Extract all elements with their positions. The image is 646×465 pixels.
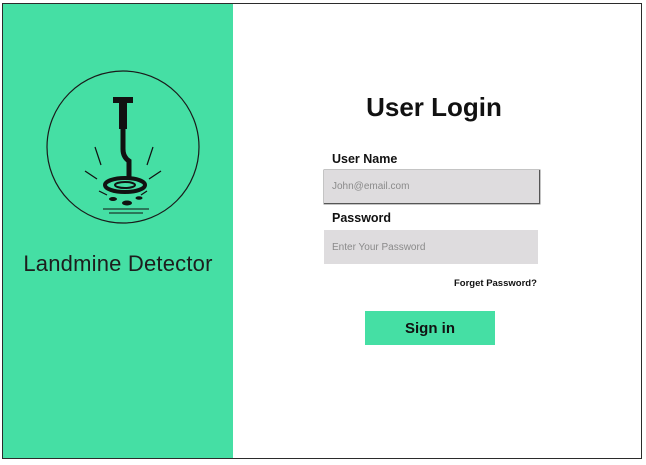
username-label: User Name bbox=[332, 152, 398, 166]
metal-detector-icon bbox=[46, 70, 200, 224]
forgot-password-link[interactable]: Forget Password? bbox=[454, 278, 537, 289]
page-title: User Login bbox=[366, 92, 502, 122]
signin-button[interactable]: Sign in bbox=[365, 311, 495, 345]
app-name: Landmine Detector bbox=[23, 251, 213, 276]
password-label: Password bbox=[332, 211, 392, 225]
login-window: Landmine Detector User Login User Name P… bbox=[2, 3, 642, 459]
username-field[interactable] bbox=[324, 170, 540, 204]
password-field[interactable] bbox=[324, 230, 538, 264]
brand-panel: Landmine Detector bbox=[3, 4, 233, 458]
